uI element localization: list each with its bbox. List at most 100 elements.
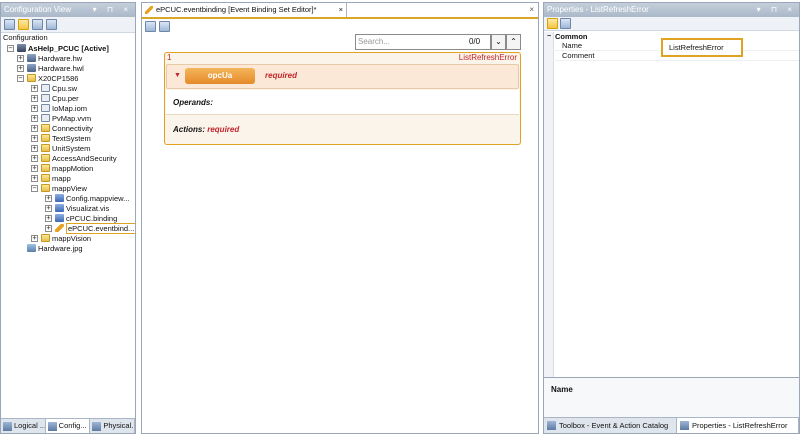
tree-node[interactable]: + mappMotion	[31, 163, 93, 173]
tree-node[interactable]: + mapp	[31, 173, 71, 183]
folder-icon	[41, 154, 50, 162]
tree-node[interactable]: − mappView	[31, 183, 87, 193]
tree-node[interactable]: + cPCUC.binding	[45, 213, 117, 223]
file-icon	[41, 94, 50, 102]
document-tab-title: ePCUC.eventbinding [Event Binding Set Ed…	[156, 5, 317, 14]
active-config-icon[interactable]	[18, 19, 29, 30]
expand-icon[interactable]: +	[31, 164, 38, 172]
event-source-chip[interactable]: opcUa	[185, 68, 255, 84]
pane-controls[interactable]: ▾ ⊓ ×	[93, 3, 132, 17]
categorized-icon[interactable]	[547, 18, 558, 29]
expand-icon[interactable]: +	[17, 64, 24, 72]
tree-node-label: Connectivity	[52, 123, 93, 133]
actions-section[interactable]: Actions: required	[166, 116, 519, 143]
expand-icon[interactable]: +	[45, 224, 52, 232]
list-view-icon[interactable]	[145, 20, 156, 32]
expand-icon[interactable]	[17, 245, 24, 252]
tree-node-label: mappMotion	[52, 163, 94, 173]
tree-node[interactable]: + TextSystem	[31, 133, 91, 143]
tree-node[interactable]: − AsHelp_PCUC [Active]	[7, 43, 109, 53]
binding-icon	[55, 214, 64, 222]
search-input[interactable]: Search...	[355, 34, 460, 50]
tab-physical[interactable]: Physical...	[90, 419, 135, 433]
tree-node[interactable]: + Connectivity	[31, 123, 93, 133]
expand-icon[interactable]: +	[31, 174, 38, 182]
search-previous-button[interactable]: ⌃	[506, 34, 521, 50]
hardware-icon	[27, 54, 36, 62]
configuration-tree: − AsHelp_PCUC [Active] + Hardware.hw + Hardwa…	[1, 43, 135, 423]
tree-node[interactable]: + Hardware.hw	[17, 53, 82, 63]
collapse-icon[interactable]: −	[17, 74, 24, 82]
close-document-icon[interactable]: ×	[529, 3, 534, 17]
tree-node-label: mapp	[52, 173, 71, 183]
properties-pane: Properties - ListRefreshError ▾ ⊓ × − Co…	[543, 2, 800, 434]
tree-node[interactable]: + PvMap.vvm	[31, 113, 91, 123]
tree-node-label: UnitSystem	[52, 143, 91, 153]
expand-icon[interactable]	[46, 19, 57, 30]
binding-name[interactable]: ListRefreshError	[459, 53, 517, 62]
tree-node[interactable]: + ePCUC.eventbind...	[45, 222, 135, 234]
expand-icon[interactable]: +	[31, 144, 38, 152]
tree-node[interactable]: + IoMap.iom	[31, 103, 87, 113]
expand-icon[interactable]: +	[45, 204, 52, 212]
expand-icon[interactable]: +	[31, 154, 38, 162]
tab-logical[interactable]: Logical ...	[1, 419, 46, 433]
event-section[interactable]: ▼ opcUa required	[166, 64, 519, 89]
document-tab[interactable]: ePCUC.eventbinding [Event Binding Set Ed…	[142, 3, 347, 17]
expand-icon[interactable]: +	[31, 124, 38, 132]
tree-node[interactable]: + UnitSystem	[31, 143, 90, 153]
project-icon	[17, 44, 26, 52]
expand-icon[interactable]: +	[31, 94, 38, 102]
expand-icon[interactable]: +	[31, 234, 38, 242]
tree-node-label: IoMap.iom	[52, 103, 88, 113]
tree-node-label: Hardware.hwl	[38, 63, 84, 73]
tree-node-label: PvMap.vvm	[52, 113, 92, 123]
expand-icon[interactable]: +	[17, 54, 24, 62]
name-value-editor[interactable]: ListRefreshError	[661, 38, 743, 57]
expand-icon[interactable]: +	[45, 214, 52, 222]
expand-icon[interactable]: +	[31, 84, 38, 92]
tab-close-icon[interactable]: ×	[339, 3, 343, 17]
operands-section[interactable]: Operands:	[166, 90, 519, 115]
tree-node[interactable]: − X20CP1586	[17, 73, 78, 83]
tree-node[interactable]: + Visualizat.vis	[45, 203, 109, 213]
alphabetical-icon[interactable]	[560, 18, 571, 29]
tree-node[interactable]: + AccessAndSecurity	[31, 153, 117, 163]
tree-node[interactable]: + Hardware.hwl	[17, 63, 84, 73]
tab-toolbox[interactable]: Toolbox - Event & Action Catalog	[544, 418, 677, 433]
tree-node[interactable]: + Config.mappview...	[45, 193, 129, 203]
folder-icon	[41, 164, 50, 172]
refresh-icon[interactable]	[159, 20, 170, 32]
collapse-icon[interactable]: −	[547, 32, 551, 41]
configuration-view-titlebar: Configuration View ▾ ⊓ ×	[1, 3, 135, 17]
property-description: Name	[544, 377, 799, 419]
tree-node-label: Cpu.per	[52, 93, 79, 103]
properties-title: Properties - ListRefreshError	[547, 5, 649, 14]
image-icon	[27, 244, 36, 252]
folder-icon	[41, 234, 50, 242]
tree-node[interactable]: Hardware.jpg	[17, 243, 83, 253]
pane-controls[interactable]: ▾ ⊓ ×	[757, 3, 796, 17]
expand-icon[interactable]: +	[31, 134, 38, 142]
configuration-view-icon	[47, 421, 57, 431]
expand-icon[interactable]: +	[45, 194, 52, 202]
tab-properties[interactable]: Properties - ListRefreshError	[677, 418, 799, 433]
tree-node[interactable]: + Cpu.sw	[31, 83, 77, 93]
tab-configuration[interactable]: Config...	[45, 419, 91, 433]
collapse-icon[interactable]: −	[7, 44, 14, 52]
folder-icon	[41, 184, 50, 192]
search-next-button[interactable]: ⌄	[491, 34, 506, 50]
collapse-triangle-icon[interactable]: ▼	[174, 72, 181, 79]
tree-node[interactable]: + mappVision	[31, 233, 91, 243]
binding-index: 1	[167, 53, 172, 62]
filter-icon[interactable]	[4, 19, 15, 30]
tree-node-label: Hardware.hw	[38, 53, 83, 63]
folder-icon	[41, 124, 50, 132]
window-icon[interactable]	[32, 19, 43, 30]
hardware-icon	[27, 64, 36, 72]
tree-node[interactable]: + Cpu.per	[31, 93, 79, 103]
expand-icon[interactable]: +	[31, 104, 38, 112]
collapse-icon[interactable]: −	[31, 184, 38, 192]
event-binding-card[interactable]: 1 ListRefreshError ▼ opcUa required Oper…	[164, 52, 521, 145]
expand-icon[interactable]: +	[31, 114, 38, 122]
